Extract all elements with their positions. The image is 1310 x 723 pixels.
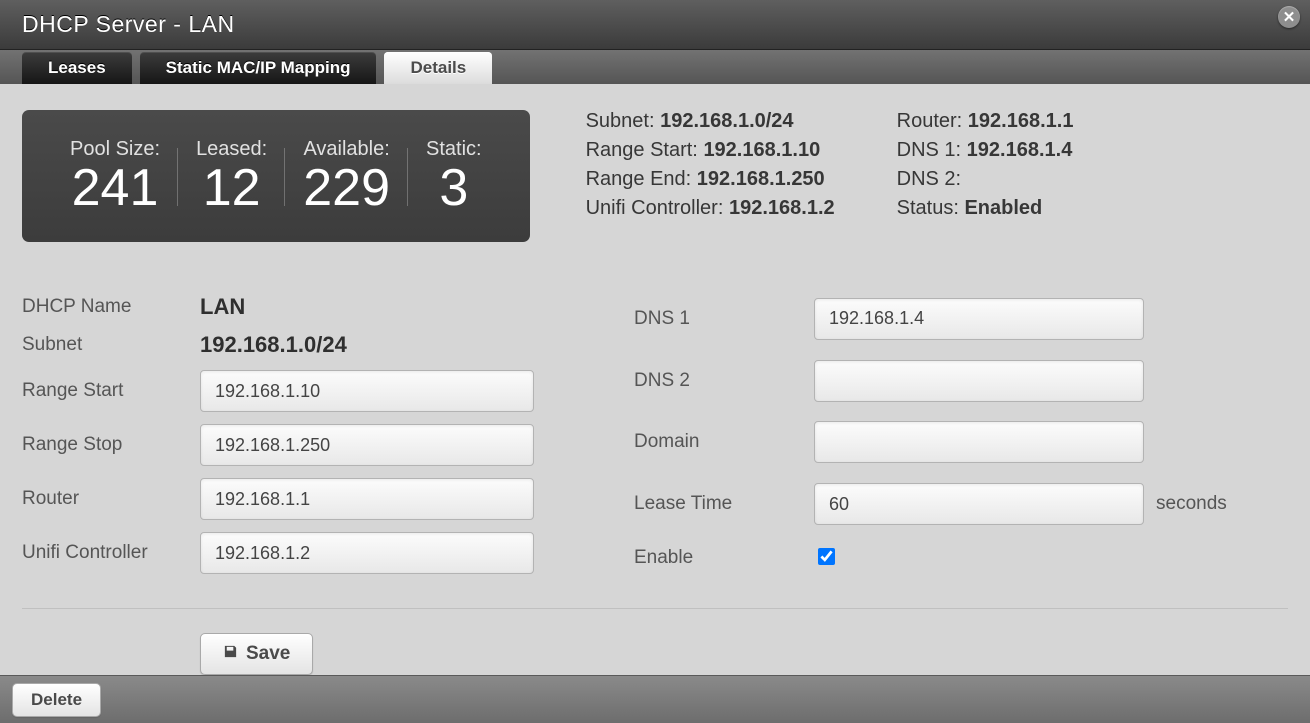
- label-enable: Enable: [634, 547, 814, 569]
- value-subnet: 192.168.1.0/24: [200, 332, 534, 358]
- info-label: Subnet:: [586, 110, 655, 132]
- stat-static: Static: 3: [408, 138, 500, 216]
- label-domain: Domain: [634, 431, 814, 453]
- input-dns2[interactable]: [814, 360, 1144, 402]
- titlebar: DHCP Server - LAN ✕: [0, 0, 1310, 50]
- tab-strip: Leases Static MAC/IP Mapping Details: [0, 50, 1310, 84]
- info-router: Router: 192.168.1.1: [897, 110, 1074, 133]
- label-seconds: seconds: [1144, 493, 1227, 515]
- label-dns2: DNS 2: [634, 370, 814, 392]
- tab-static-mac-ip[interactable]: Static MAC/IP Mapping: [140, 52, 377, 84]
- input-lease-time[interactable]: [814, 483, 1144, 525]
- stat-value: 229: [303, 161, 390, 216]
- input-router[interactable]: [200, 478, 534, 520]
- info-range-end: Range End: 192.168.1.250: [586, 168, 835, 191]
- enable-cell: [814, 545, 1144, 570]
- save-button-label: Save: [246, 643, 290, 665]
- tab-leases[interactable]: Leases: [22, 52, 132, 84]
- label-range-stop: Range Stop: [22, 434, 200, 456]
- info-label: Status:: [897, 197, 959, 219]
- stats-panel: Pool Size: 241 Leased: 12 Available: 229…: [22, 110, 530, 242]
- info-columns: Subnet: 192.168.1.0/24 Range Start: 192.…: [586, 110, 1288, 242]
- input-domain[interactable]: [814, 421, 1144, 463]
- save-icon: [223, 643, 238, 665]
- form-col-right: DNS 1 DNS 2 Domain Lease Time seconds En…: [634, 294, 1227, 574]
- stat-available: Available: 229: [285, 138, 408, 216]
- stat-leased: Leased: 12: [178, 138, 285, 216]
- info-dns1: DNS 1: 192.168.1.4: [897, 139, 1074, 162]
- stat-label: Available:: [303, 138, 389, 161]
- info-col-right: Router: 192.168.1.1 DNS 1: 192.168.1.4 D…: [897, 110, 1074, 220]
- label-subnet: Subnet: [22, 334, 200, 356]
- content: Pool Size: 241 Leased: 12 Available: 229…: [0, 84, 1310, 675]
- label-unifi: Unifi Controller: [22, 542, 200, 564]
- save-button[interactable]: Save: [200, 633, 313, 675]
- label-range-start: Range Start: [22, 380, 200, 402]
- input-dns1[interactable]: [814, 298, 1144, 340]
- info-value: Enabled: [964, 197, 1042, 219]
- input-unifi[interactable]: [200, 532, 534, 574]
- info-label: DNS 1:: [897, 139, 961, 161]
- stats-row: Pool Size: 241 Leased: 12 Available: 229…: [22, 110, 1288, 242]
- stat-label: Static:: [426, 138, 482, 161]
- value-dhcp-name: LAN: [200, 294, 534, 320]
- info-label: Router:: [897, 110, 963, 132]
- info-value: 192.168.1.250: [697, 168, 825, 190]
- info-label: DNS 2:: [897, 168, 961, 190]
- delete-button[interactable]: Delete: [12, 683, 101, 717]
- stat-value: 3: [439, 161, 468, 216]
- input-range-start[interactable]: [200, 370, 534, 412]
- label-router: Router: [22, 488, 200, 510]
- stat-label: Leased:: [196, 138, 267, 161]
- info-value: 192.168.1.0/24: [660, 110, 793, 132]
- stat-label: Pool Size:: [70, 138, 160, 161]
- separator: [22, 608, 1288, 609]
- info-col-left: Subnet: 192.168.1.0/24 Range Start: 192.…: [586, 110, 835, 220]
- footer-bar: Delete: [0, 675, 1310, 723]
- info-range-start: Range Start: 192.168.1.10: [586, 139, 835, 162]
- close-icon[interactable]: ✕: [1278, 6, 1300, 28]
- window-title: DHCP Server - LAN: [22, 11, 235, 38]
- info-value: 192.168.1.10: [703, 139, 820, 161]
- info-value: 192.168.1.2: [729, 197, 835, 219]
- checkbox-enable[interactable]: [818, 548, 835, 565]
- info-label: Unifi Controller:: [586, 197, 724, 219]
- info-value: 192.168.1.1: [968, 110, 1074, 132]
- form-area: DHCP Name LAN Subnet 192.168.1.0/24 Rang…: [22, 294, 1288, 574]
- info-subnet: Subnet: 192.168.1.0/24: [586, 110, 835, 133]
- input-range-stop[interactable]: [200, 424, 534, 466]
- label-dns1: DNS 1: [634, 308, 814, 330]
- stat-pool-size: Pool Size: 241: [52, 138, 178, 216]
- delete-button-label: Delete: [31, 690, 82, 710]
- stat-value: 241: [72, 161, 159, 216]
- stat-value: 12: [203, 161, 261, 216]
- tab-details[interactable]: Details: [384, 52, 492, 84]
- form-col-left: DHCP Name LAN Subnet 192.168.1.0/24 Rang…: [22, 294, 534, 574]
- save-row: Save: [22, 633, 1288, 675]
- info-dns2: DNS 2:: [897, 168, 1074, 191]
- info-unifi: Unifi Controller: 192.168.1.2: [586, 197, 835, 220]
- info-label: Range Start:: [586, 139, 698, 161]
- label-dhcp-name: DHCP Name: [22, 296, 200, 318]
- info-value: 192.168.1.4: [967, 139, 1073, 161]
- info-status: Status: Enabled: [897, 197, 1074, 220]
- info-label: Range End:: [586, 168, 692, 190]
- label-lease-time: Lease Time: [634, 493, 814, 515]
